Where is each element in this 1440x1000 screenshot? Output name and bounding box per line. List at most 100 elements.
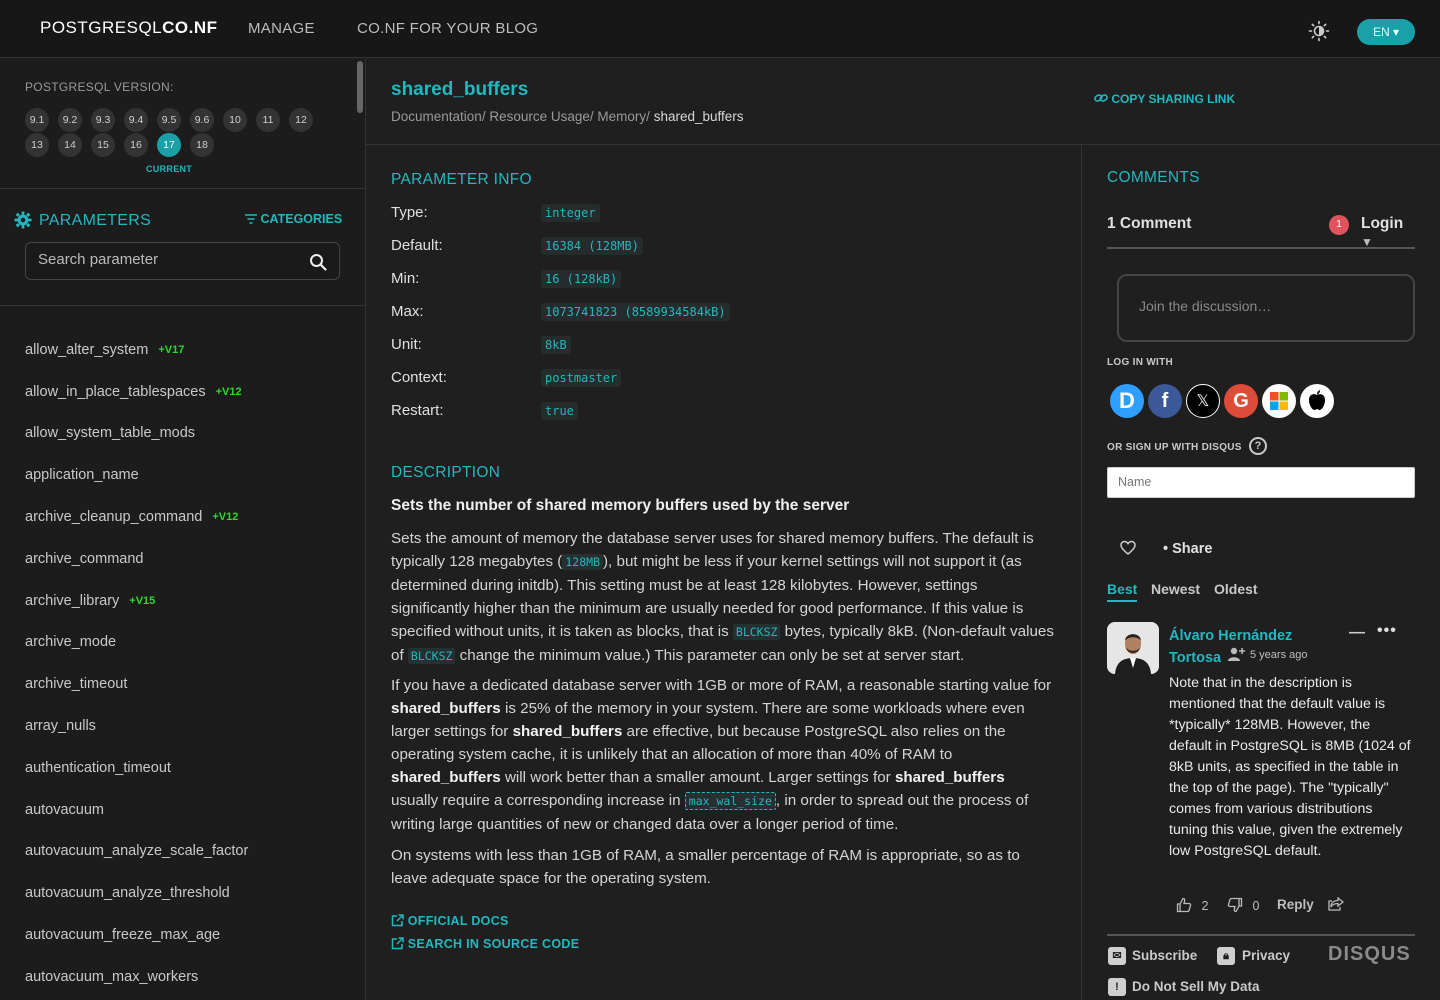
apple-logo (1309, 390, 1325, 410)
search-input[interactable] (38, 251, 298, 268)
sidebar-item-array-nulls[interactable]: array_nulls (25, 705, 345, 747)
version-button-9-5[interactable]: 9.5 (157, 108, 181, 132)
apple-login-icon[interactable] (1300, 384, 1334, 418)
version-button-11[interactable]: 11 (256, 108, 280, 132)
sidebar-item-archive-cleanup-command[interactable]: archive_cleanup_command +V12 (25, 496, 345, 538)
categories-label: CATEGORIES (260, 212, 343, 226)
version-button-14[interactable]: 14 (58, 133, 82, 157)
breadcrumb: Documentation/ Resource Usage/ Memory/ s… (391, 109, 744, 124)
discussion-input[interactable] (1139, 298, 1389, 314)
more-options-button[interactable]: ••• (1377, 622, 1397, 640)
notification-badge[interactable]: 1 (1329, 215, 1349, 235)
version-button-16[interactable]: 16 (124, 133, 148, 157)
bold-param: shared_buffers (391, 769, 501, 786)
user-follow-icon[interactable] (1227, 646, 1245, 662)
sidebar-item-archive-command[interactable]: archive_command (25, 538, 345, 580)
search-icon[interactable] (309, 253, 327, 271)
breadcrumb-item[interactable]: Documentation (391, 109, 482, 124)
discussion-box (1117, 274, 1415, 342)
login-menu[interactable]: Login ▼ (1361, 215, 1415, 251)
sidebar-item-autovacuum-analyze-threshold[interactable]: autovacuum_analyze_threshold (25, 872, 345, 914)
lock-icon: 🔒︎ (1217, 947, 1235, 965)
sort-newest-tab[interactable]: Newest (1151, 581, 1200, 597)
comment-author[interactable]: Álvaro Hernández Tortosa (1169, 625, 1339, 669)
version-button-12[interactable]: 12 (289, 108, 313, 132)
name-field[interactable] (1118, 475, 1398, 489)
sidebar-item-archive-library[interactable]: archive_library +V15 (25, 580, 345, 622)
disqus-logo[interactable]: DISQUS (1328, 943, 1411, 966)
version-button-17[interactable]: 17 (157, 133, 181, 157)
search-source-link[interactable]: SEARCH IN SOURCE CODE (391, 937, 579, 951)
share-label: Share (1172, 541, 1213, 557)
official-docs-link[interactable]: OFFICIAL DOCS (391, 914, 509, 928)
sidebar-item-authentication-timeout[interactable]: authentication_timeout (25, 747, 345, 789)
sidebar-item-autovacuum-analyze-scale-factor[interactable]: autovacuum_analyze_scale_factor (25, 831, 345, 873)
version-button-10[interactable]: 10 (223, 108, 247, 132)
current-version-label: CURRENT (146, 164, 193, 174)
version-button-9-2[interactable]: 9.2 (58, 108, 82, 132)
official-docs-label: OFFICIAL DOCS (407, 914, 509, 928)
collapse-button[interactable]: — (1349, 624, 1365, 642)
nav-manage[interactable]: MANAGE (248, 20, 315, 37)
share-icon[interactable] (1328, 897, 1344, 911)
disqus-login-icon[interactable]: D (1110, 384, 1144, 418)
microsoft-login-icon[interactable] (1262, 384, 1296, 418)
do-not-sell-link[interactable]: Do Not Sell My Data (1132, 979, 1260, 994)
categories-button[interactable]: CATEGORIES (245, 212, 342, 226)
theme-toggle-icon[interactable] (1308, 20, 1330, 42)
gear-icon (14, 211, 32, 229)
privacy-link[interactable]: Privacy (1242, 948, 1290, 963)
thumbs-up-icon (1176, 897, 1192, 913)
sidebar-item-archive-timeout[interactable]: archive_timeout (25, 663, 345, 705)
name-field-wrap (1107, 467, 1415, 498)
microsoft-logo (1270, 392, 1288, 410)
comment-time[interactable]: 5 years ago (1250, 649, 1307, 661)
x-login-icon[interactable]: 𝕏 (1186, 384, 1220, 418)
logo-bold-text: CO.NF (162, 18, 218, 37)
heart-icon[interactable] (1120, 540, 1136, 556)
sidebar-item-archive-mode[interactable]: archive_mode (25, 622, 345, 664)
parameter-name: archive_command (25, 550, 144, 567)
sidebar-item-autovacuum-freeze-max-age[interactable]: autovacuum_freeze_max_age (25, 914, 345, 956)
parameter-name: archive_timeout (25, 676, 128, 693)
avatar[interactable] (1107, 622, 1159, 674)
sidebar-scrollbar[interactable] (357, 61, 363, 113)
sidebar-item-allow-alter-system[interactable]: allow_alter_system +V17 (25, 329, 345, 371)
logo[interactable]: POSTGRESQLCO.NF (40, 18, 218, 38)
version-button-18[interactable]: 18 (190, 133, 214, 157)
sort-best-tab[interactable]: Best (1107, 581, 1138, 602)
share-button[interactable]: • Share (1163, 541, 1212, 557)
upvote-button[interactable]: 2 (1176, 897, 1208, 913)
param-link[interactable]: max_wal_size (684, 792, 776, 810)
sidebar-item-allow-system-table-mods[interactable]: allow_system_table_mods (25, 413, 345, 455)
external-link-icon (391, 937, 404, 950)
sidebar-item-autovacuum-max-workers[interactable]: autovacuum_max_workers (25, 956, 345, 998)
description-heading: DESCRIPTION (391, 464, 501, 481)
info-value: 16384 (128MB) (541, 237, 643, 255)
version-button-13[interactable]: 13 (25, 133, 49, 157)
version-button-9-6[interactable]: 9.6 (190, 108, 214, 132)
sidebar-item-application-name[interactable]: application_name (25, 454, 345, 496)
help-icon[interactable]: ? (1249, 437, 1267, 455)
copy-sharing-link[interactable]: COPY SHARING LINK (1094, 92, 1235, 106)
subscribe-link[interactable]: Subscribe (1132, 948, 1197, 963)
downvote-button[interactable]: 0 (1227, 897, 1259, 913)
version-button-9-3[interactable]: 9.3 (91, 108, 115, 132)
breadcrumb-item[interactable]: Memory (597, 109, 646, 124)
google-login-icon[interactable]: G (1224, 384, 1258, 418)
facebook-login-icon[interactable]: f (1148, 384, 1182, 418)
version-button-9-1[interactable]: 9.1 (25, 108, 49, 132)
sign-up-label: OR SIGN UP WITH DISQUS (1107, 442, 1242, 453)
sort-oldest-tab[interactable]: Oldest (1214, 581, 1258, 597)
version-button-15[interactable]: 15 (91, 133, 115, 157)
search-box (25, 242, 340, 280)
version-button-9-4[interactable]: 9.4 (124, 108, 148, 132)
language-select[interactable]: EN ▾ (1357, 19, 1415, 45)
reply-button[interactable]: Reply (1277, 897, 1314, 912)
sidebar-item-allow-in-place-tablespaces[interactable]: allow_in_place_tablespaces +V12 (25, 371, 345, 413)
breadcrumb-item[interactable]: Resource Usage (489, 109, 590, 124)
parameter-name: authentication_timeout (25, 759, 171, 776)
nav-blog[interactable]: CO.NF FOR YOUR BLOG (357, 20, 538, 37)
parameter-name: autovacuum_freeze_max_age (25, 927, 221, 944)
sidebar-item-autovacuum[interactable]: autovacuum (25, 789, 345, 831)
